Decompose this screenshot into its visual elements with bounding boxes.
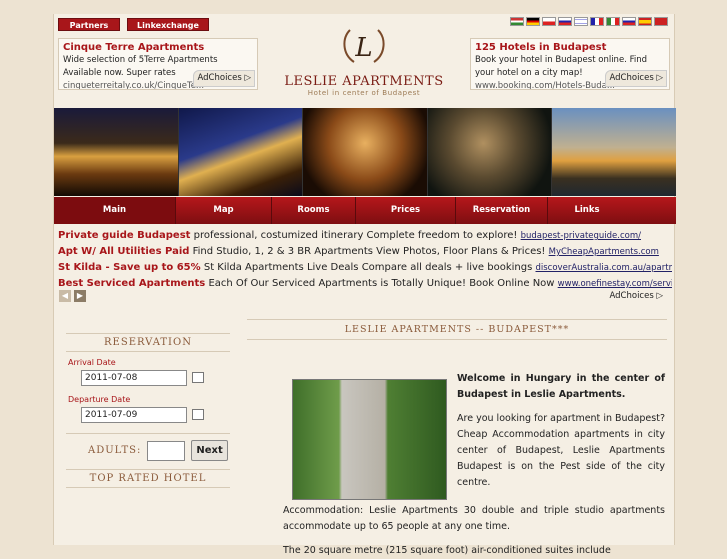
adults-input[interactable] bbox=[147, 440, 186, 461]
intro-paragraph: Are you looking for apartment in Budapes… bbox=[457, 413, 665, 488]
flag-sk-icon[interactable] bbox=[622, 17, 636, 26]
main-nav: Main Map Rooms Prices Reservation Links bbox=[54, 197, 676, 224]
accommodation-paragraph: Accommodation: Leslie Apartments 30 doub… bbox=[283, 505, 665, 532]
nav-main[interactable]: Main bbox=[54, 197, 176, 224]
top-rated-heading: TOP RATED HOTEL bbox=[66, 469, 230, 488]
flag-de-icon[interactable] bbox=[526, 17, 540, 26]
nav-links[interactable]: Links bbox=[548, 197, 626, 224]
text-ad-url[interactable]: MyCheapApartments.com bbox=[549, 247, 659, 257]
text-ad-url[interactable]: www.onefinestay.com/serviced bbox=[558, 279, 672, 289]
text-ad-title[interactable]: Best Serviced Apartments bbox=[58, 278, 205, 289]
parliament-photo bbox=[552, 108, 676, 196]
nav-map[interactable]: Map bbox=[176, 197, 272, 224]
calendar-icon[interactable] bbox=[192, 372, 204, 383]
chain-bridge-photo bbox=[178, 108, 304, 196]
adchoices-badge[interactable]: AdChoices ▷ bbox=[605, 70, 667, 87]
text-ad-url[interactable]: discoverAustralia.com.au/apartments bbox=[536, 263, 673, 273]
main-content: LESLIE APARTMENTS -- BUDAPEST*** Welcome… bbox=[247, 319, 667, 556]
flag-il-icon[interactable] bbox=[574, 17, 588, 26]
ad-title[interactable]: 125 Hotels in Budapest bbox=[475, 41, 665, 54]
text-ad-text: Each Of Our Serviced Apartments is Total… bbox=[208, 278, 555, 289]
page-title: LESLIE APARTMENTS -- BUDAPEST*** bbox=[247, 319, 667, 340]
reservation-panel: RESERVATION Arrival Date 2011-07-08 Depa… bbox=[66, 333, 230, 488]
body-text: Accommodation: Leslie Apartments 30 doub… bbox=[283, 503, 665, 559]
adults-label: ADULTS: bbox=[88, 445, 142, 456]
next-arrow-icon[interactable]: ▶ bbox=[74, 290, 86, 302]
logo-brand: LESLIE APARTMENTS bbox=[284, 74, 444, 89]
intro-text: Welcome in Hungary in the center of Buda… bbox=[457, 371, 665, 491]
ad-title[interactable]: Cinque Terre Apartments bbox=[63, 41, 253, 54]
text-ad-row[interactable]: Best Serviced Apartments Each Of Our Ser… bbox=[58, 276, 672, 292]
text-ad-title[interactable]: Apt W/ All Utilities Paid bbox=[58, 246, 189, 257]
flag-ru-icon[interactable] bbox=[558, 17, 572, 26]
flag-es-icon[interactable] bbox=[638, 17, 652, 26]
site-logo[interactable]: L LESLIE APARTMENTS Hotel in center of B… bbox=[284, 24, 444, 97]
text-ad-text: Find Studio, 1, 2 & 3 BR Apartments View… bbox=[192, 246, 546, 257]
flag-cz-icon[interactable] bbox=[542, 17, 556, 26]
flag-hu-icon[interactable] bbox=[510, 17, 524, 26]
welcome-text: Welcome in Hungary in the center of Buda… bbox=[457, 373, 665, 400]
prev-arrow-icon[interactable]: ◀ bbox=[59, 290, 71, 302]
opera-photo bbox=[303, 108, 428, 196]
text-ad-text: professional, costumized itinerary Compl… bbox=[193, 230, 518, 241]
flag-fr-icon[interactable] bbox=[590, 17, 604, 26]
photo-banner bbox=[54, 108, 676, 196]
flag-dk-icon[interactable] bbox=[654, 17, 668, 26]
ad-box-right[interactable]: 125 Hotels in Budapest Book your hotel i… bbox=[470, 38, 670, 90]
text-ad-links: Private guide Budapest professional, cos… bbox=[58, 228, 672, 292]
ad-box-left[interactable]: Cinque Terre Apartments Wide selection o… bbox=[58, 38, 258, 90]
palace-photo bbox=[54, 108, 179, 196]
adchoices-badge[interactable]: AdChoices ▷ bbox=[193, 70, 255, 87]
flag-it-icon[interactable] bbox=[606, 17, 620, 26]
text-ad-row[interactable]: Private guide Budapest professional, cos… bbox=[58, 228, 672, 244]
text-ad-row[interactable]: Apt W/ All Utilities Paid Find Studio, 1… bbox=[58, 244, 672, 260]
arrival-date-input[interactable]: 2011-07-08 bbox=[81, 370, 187, 386]
logo-tagline: Hotel in center of Budapest bbox=[307, 89, 421, 97]
adchoices-badge[interactable]: AdChoices ▷ bbox=[606, 290, 666, 302]
suites-paragraph: The 20 square metre (215 square foot) ai… bbox=[283, 545, 611, 556]
page-container: Partners Linkexchange Cinque Terre Apart… bbox=[53, 14, 676, 556]
text-ad-text: St Kilda Apartments Live Deals Compare a… bbox=[203, 262, 533, 273]
departure-date-input[interactable]: 2011-07-09 bbox=[81, 407, 187, 423]
logo-letter: L bbox=[354, 33, 372, 63]
statue-photo bbox=[427, 108, 553, 196]
text-ad-title[interactable]: St Kilda - Save up to 65% bbox=[58, 262, 201, 273]
hotel-building-photo bbox=[292, 379, 447, 500]
linkexchange-button[interactable]: Linkexchange bbox=[127, 18, 209, 31]
laurel-emblem-icon: L bbox=[343, 29, 385, 63]
nav-reservation[interactable]: Reservation bbox=[456, 197, 548, 224]
calendar-icon[interactable] bbox=[192, 409, 204, 420]
text-ad-title[interactable]: Private guide Budapest bbox=[58, 230, 190, 241]
reservation-heading: RESERVATION bbox=[66, 333, 230, 352]
language-flags bbox=[510, 17, 668, 26]
partners-button[interactable]: Partners bbox=[58, 18, 120, 31]
text-ad-url[interactable]: budapest-privateguide.com/ bbox=[521, 231, 641, 241]
arrival-label: Arrival Date bbox=[68, 358, 116, 367]
text-ad-row[interactable]: St Kilda - Save up to 65% St Kilda Apart… bbox=[58, 260, 672, 276]
nav-rooms[interactable]: Rooms bbox=[272, 197, 356, 224]
next-button[interactable]: Next bbox=[191, 440, 228, 461]
nav-prices[interactable]: Prices bbox=[356, 197, 456, 224]
departure-label: Departure Date bbox=[68, 395, 131, 404]
